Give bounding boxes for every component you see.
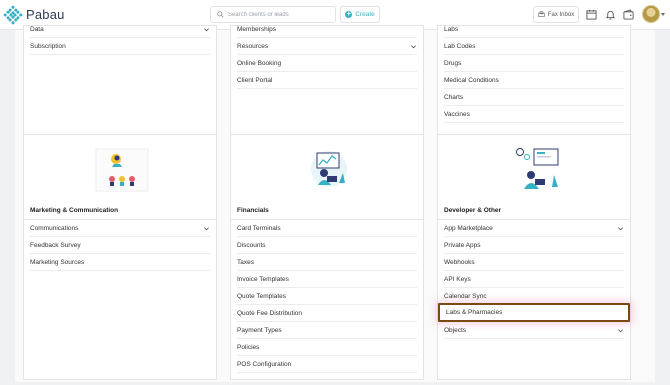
settings-row-subscription[interactable]: Subscription: [30, 38, 210, 55]
wallet-icon[interactable]: [623, 9, 634, 20]
settings-row-quote-templates[interactable]: Quote Templates: [237, 288, 417, 305]
avatar[interactable]: [642, 5, 660, 23]
card-title-developer: Developer & Other: [444, 207, 502, 214]
card-title-financials: Financials: [237, 207, 269, 214]
chevron-down-icon: [618, 226, 623, 230]
settings-row-objects[interactable]: Objects: [444, 322, 624, 339]
settings-content: Data Subscription Memberships Resources …: [15, 25, 655, 382]
fax-icon: [538, 11, 545, 17]
settings-card-financials: Financials Card Terminals Discounts Taxe…: [230, 134, 424, 380]
settings-row-drugs[interactable]: Drugs: [444, 55, 624, 72]
create-label: Create: [355, 11, 375, 18]
settings-row-invoice-templates[interactable]: Invoice Templates: [237, 271, 417, 288]
settings-row-pos-configuration[interactable]: POS Configuration: [237, 356, 417, 373]
settings-row-charts[interactable]: Charts: [444, 89, 624, 106]
plus-icon: +: [345, 11, 353, 18]
card-title-marketing: Marketing & Communication: [30, 207, 119, 214]
settings-row-discounts[interactable]: Discounts: [237, 237, 417, 254]
fax-inbox-button[interactable]: Fax Inbox: [533, 6, 579, 23]
developer-illustration: [516, 148, 559, 189]
chevron-down-icon: [618, 328, 623, 332]
settings-row-client-portal[interactable]: Client Portal: [237, 72, 417, 89]
marketing-illustration: [95, 148, 149, 192]
settings-row-app-marketplace[interactable]: App Marketplace: [444, 220, 624, 237]
settings-row-data[interactable]: Data: [30, 26, 210, 38]
settings-row-vaccines[interactable]: Vaccines: [444, 106, 624, 123]
settings-row-payment-types[interactable]: Payment Types: [237, 322, 417, 339]
settings-card-marketing: Marketing & Communication Communications…: [23, 134, 217, 380]
settings-row-labs-pharmacies[interactable]: Labs & Pharmacies: [438, 303, 630, 322]
settings-row-medical-conditions[interactable]: Medical Conditions: [444, 72, 624, 89]
settings-row-policies[interactable]: Policies: [237, 339, 417, 356]
chevron-down-icon: [204, 27, 209, 31]
settings-row-lab-codes[interactable]: Lab Codes: [444, 38, 624, 55]
settings-card-developer: Developer & Other App Marketplace Privat…: [437, 134, 631, 380]
settings-row-resources[interactable]: Resources: [237, 38, 417, 55]
settings-row-online-booking[interactable]: Online Booking: [237, 55, 417, 72]
create-button[interactable]: + Create: [340, 6, 380, 23]
settings-row-labs[interactable]: Labs: [444, 26, 624, 38]
search-input[interactable]: [228, 11, 328, 18]
settings-row-quote-fee-distribution[interactable]: Quote Fee Distribution: [237, 305, 417, 322]
settings-row-feedback-survey[interactable]: Feedback Survey: [30, 237, 210, 254]
search-box[interactable]: [210, 6, 336, 23]
calendar-icon[interactable]: [586, 9, 597, 20]
search-icon: [217, 11, 224, 18]
settings-row-api-keys[interactable]: API Keys: [444, 271, 624, 288]
fax-label: Fax Inbox: [547, 11, 575, 18]
settings-row-memberships[interactable]: Memberships: [237, 26, 417, 38]
settings-row-communications[interactable]: Communications: [30, 220, 210, 237]
settings-row-taxes[interactable]: Taxes: [237, 254, 417, 271]
chevron-down-icon: [204, 226, 209, 230]
settings-row-card-terminals[interactable]: Card Terminals: [237, 220, 417, 237]
chevron-down-icon: [411, 44, 416, 48]
settings-row-private-apps[interactable]: Private Apps: [444, 237, 624, 254]
logo[interactable]: Pabau: [3, 4, 65, 25]
settings-row-marketing-sources[interactable]: Marketing Sources: [30, 254, 210, 271]
logo-icon: [3, 4, 23, 25]
settings-row-webhooks[interactable]: Webhooks: [444, 254, 624, 271]
financials-illustration: [311, 151, 347, 187]
chevron-down-icon[interactable]: [661, 13, 665, 16]
bell-icon[interactable]: [605, 9, 616, 20]
logo-text: Pabau: [26, 7, 65, 22]
